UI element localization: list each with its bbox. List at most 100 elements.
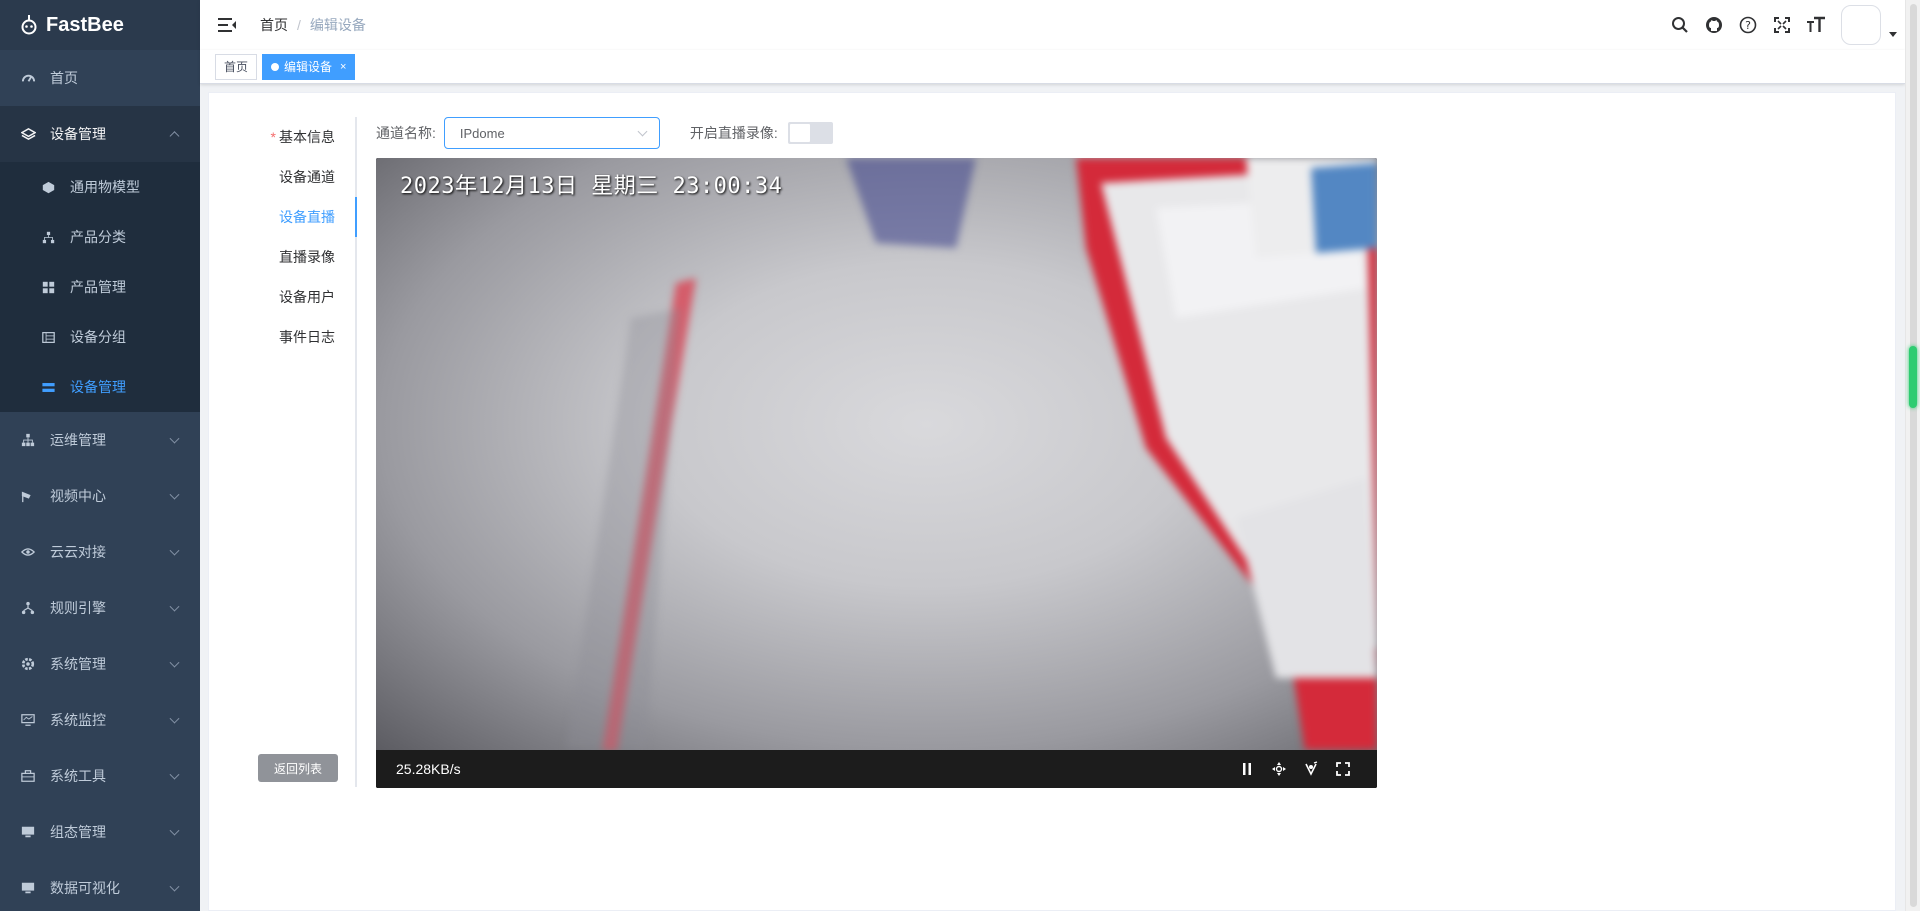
bitrate-text: 25.28KB/s: [396, 761, 461, 777]
sidebar-item-device-list[interactable]: 设备管理: [0, 362, 200, 412]
sidebar-item-product-management[interactable]: 产品管理: [0, 262, 200, 312]
sidebar-item-label: 设备管理: [50, 126, 106, 142]
app-logo[interactable]: FastBee: [0, 0, 200, 50]
sidebar-item-operations[interactable]: 运维管理: [0, 412, 200, 468]
avatar[interactable]: [1841, 5, 1881, 45]
menu-fold-icon[interactable]: [216, 14, 238, 36]
layers-icon: [20, 126, 36, 142]
tab-basic-info[interactable]: * 基本信息: [265, 117, 355, 157]
sidebar-item-device-management[interactable]: 设备管理: [0, 106, 200, 162]
dashboard-icon: [20, 70, 36, 86]
sidebar-item-data-visualization[interactable]: 数据可视化: [0, 860, 200, 911]
page-scrollbar[interactable]: [1905, 0, 1920, 911]
caret-down-icon[interactable]: [1889, 31, 1897, 37]
scrollbar-thumb[interactable]: [1909, 346, 1917, 408]
chevron-down-icon: [169, 657, 180, 668]
sidebar-item-video-center[interactable]: 视频中心: [0, 468, 200, 524]
breadcrumb-home[interactable]: 首页: [260, 15, 288, 35]
sidebar-item-product-category[interactable]: 产品分类: [0, 212, 200, 262]
svg-text:?: ?: [1745, 19, 1751, 32]
tab-label: 设备直播: [279, 209, 335, 225]
tags-view: 首页 编辑设备 ×: [200, 50, 1905, 84]
scrollbar-track: [1910, 4, 1917, 907]
sidebar-item-device-group[interactable]: 设备分组: [0, 312, 200, 362]
chart-screen-icon: [20, 880, 36, 896]
channel-select-value: IPdome: [459, 125, 505, 141]
tab-label: 设备通道: [279, 169, 335, 185]
close-icon[interactable]: ×: [340, 55, 346, 79]
logo-icon: [21, 15, 37, 35]
tab-device-users[interactable]: 设备用户: [265, 277, 355, 317]
toolbox-icon: [20, 768, 36, 784]
camera-icon: [20, 488, 36, 504]
tag-home[interactable]: 首页: [215, 53, 258, 80]
required-mark: *: [270, 129, 276, 145]
channel-select[interactable]: IPdome: [443, 117, 660, 149]
tab-device-channel[interactable]: 设备通道: [265, 157, 355, 197]
tab-live-recording[interactable]: 直播录像: [265, 237, 355, 277]
sidebar-item-label: 产品分类: [70, 229, 126, 245]
app-name: FastBee: [46, 13, 124, 36]
record-switch-label: 开启直播录像:: [689, 125, 778, 141]
help-icon[interactable]: ?: [1731, 0, 1765, 50]
chevron-down-icon: [169, 713, 180, 724]
sidebar-item-system-management[interactable]: 系统管理: [0, 636, 200, 692]
tag-edit-device[interactable]: 编辑设备 ×: [262, 53, 356, 80]
screen-icon: [20, 824, 36, 840]
screenshot-icon[interactable]: [1295, 750, 1327, 788]
channel-form-row: 通道名称: IPdome 开启直播录像:: [376, 117, 833, 149]
back-to-list-button[interactable]: 返回列表: [258, 754, 338, 782]
chevron-down-icon: [169, 881, 180, 892]
sidebar-item-system-monitor[interactable]: 系统监控: [0, 692, 200, 748]
org-icon: [20, 432, 36, 448]
chevron-down-icon: [169, 825, 180, 836]
tag-label: 首页: [224, 59, 249, 74]
sidebar-item-label: 设备管理: [70, 379, 126, 395]
sidebar-item-system-tools[interactable]: 系统工具: [0, 748, 200, 804]
chevron-down-icon: [169, 489, 180, 500]
sidebar-item-label: 组态管理: [50, 824, 106, 840]
sidebar: FastBee 首页 设备管理 通用物模型 产品分类 产品管理 设备分组 设备管…: [0, 0, 200, 911]
sidebar-item-cloud-docking[interactable]: 云云对接: [0, 524, 200, 580]
ptz-icon[interactable]: [1263, 750, 1295, 788]
player-controls: 25.28KB/s: [376, 750, 1377, 788]
main-card: * 基本信息 设备通道 设备直播 直播录像 设备用户 事件日志 返回列表 通道名称…: [208, 92, 1896, 911]
font-size-icon[interactable]: [1799, 0, 1833, 50]
fullscreen-icon[interactable]: [1765, 0, 1799, 50]
pause-icon[interactable]: [1231, 750, 1263, 788]
record-switch[interactable]: [787, 122, 833, 144]
chevron-down-icon: [169, 601, 180, 612]
sidebar-item-label: 系统管理: [50, 656, 106, 672]
fullscreen-icon[interactable]: [1327, 750, 1359, 788]
sidebar-item-label: 产品管理: [70, 279, 126, 295]
submenu-device-management: 通用物模型 产品分类 产品管理 设备分组 设备管理: [0, 162, 200, 412]
tab-label: 设备用户: [279, 289, 335, 305]
chevron-down-icon: [169, 545, 180, 556]
tab-label: 事件日志: [279, 329, 335, 345]
sidebar-item-label: 视频中心: [50, 488, 106, 504]
github-icon[interactable]: [1697, 0, 1731, 50]
sidebar-item-label: 首页: [50, 70, 78, 86]
chevron-down-icon: [169, 769, 180, 780]
group-icon: [40, 329, 56, 345]
tag-label: 编辑设备: [284, 59, 333, 74]
search-icon[interactable]: [1663, 0, 1697, 50]
sidebar-item-rule-engine[interactable]: 规则引擎: [0, 580, 200, 636]
sidebar-item-thing-model[interactable]: 通用物模型: [0, 162, 200, 212]
sidebar-item-home[interactable]: 首页: [0, 50, 200, 106]
breadcrumb: 首页 / 编辑设备: [260, 15, 366, 35]
video-player[interactable]: 2023年12月13日 星期三 23:00:34 25.28KB/s: [376, 158, 1377, 788]
player-control-icons: [1231, 750, 1359, 788]
tab-device-live[interactable]: 设备直播: [265, 197, 357, 237]
switch-knob: [789, 124, 810, 142]
active-dot-icon: [271, 62, 280, 71]
device-tabs: * 基本信息 设备通道 设备直播 直播录像 设备用户 事件日志: [265, 117, 357, 787]
sidebar-item-label: 数据可视化: [50, 880, 120, 896]
sidebar-item-label: 规则引擎: [50, 600, 106, 616]
video-timestamp: 2023年12月13日 星期三 23:00:34: [400, 174, 783, 199]
chevron-down-icon: [169, 433, 180, 444]
chevron-down-icon: [637, 126, 648, 137]
header-right-menu: ?: [1663, 0, 1897, 50]
tab-event-log[interactable]: 事件日志: [265, 317, 355, 357]
sidebar-item-scada[interactable]: 组态管理: [0, 804, 200, 860]
